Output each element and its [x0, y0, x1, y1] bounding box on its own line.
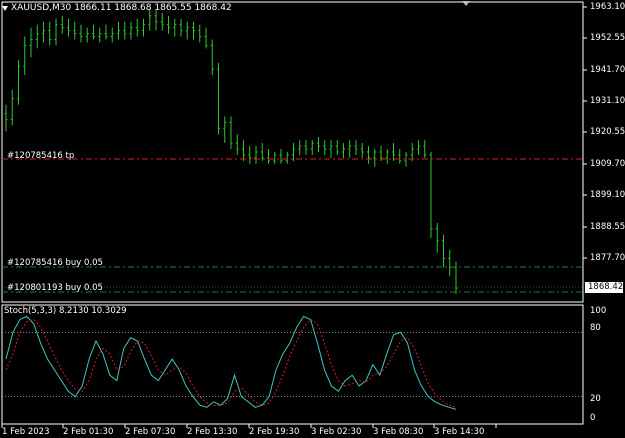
price-tick: 1920.55	[590, 127, 625, 137]
stoch-main-line	[5, 315, 457, 410]
time-tick: 2 Feb 07:30	[125, 427, 176, 437]
chart-shift-triangle-icon[interactable]	[462, 1, 470, 6]
symbol-label: XAUUSD,M30	[11, 3, 72, 13]
time-tick: 3 Feb 02:30	[311, 427, 362, 437]
price-tick: 1899.10	[590, 190, 625, 200]
time-tick: 2 Feb 19:30	[249, 427, 300, 437]
ohlc-readout: 1866.11 1868.68 1865.55 1868.42	[74, 3, 232, 13]
time-tick: 2 Feb 13:30	[187, 427, 238, 437]
tp-order-label: #120785416 tp	[7, 151, 75, 161]
stoch-tick-80: 80	[590, 323, 601, 333]
chart-header: XAUUSD,M30 1866.11 1868.68 1865.55 1868.…	[2, 3, 232, 13]
time-tick: 1 Feb 2023	[2, 427, 50, 437]
time-tick: 3 Feb 14:30	[434, 427, 485, 437]
stoch-tick-0: 0	[590, 413, 596, 423]
chart-canvas[interactable]	[0, 0, 625, 438]
main-chart-frame	[1, 1, 584, 303]
stoch-tick-100: 100	[590, 306, 607, 316]
time-tick: 3 Feb 08:30	[373, 427, 424, 437]
current-price-tag: 1868.42	[585, 282, 623, 293]
price-tick: 1963.10	[590, 2, 625, 12]
price-tick: 1931.10	[590, 96, 625, 106]
stoch-indicator-label: Stoch(5,3,3) 8.2130 10.3029	[4, 306, 127, 316]
indicator-frame	[1, 304, 584, 425]
buy-order-label-2: #120801193 buy 0.05	[7, 283, 103, 293]
price-tick: 1877.70	[590, 253, 625, 263]
stoch-tick-20: 20	[590, 394, 601, 404]
price-tick: 1941.70	[590, 65, 625, 75]
buy-order-label-1: #120785416 buy 0.05	[7, 258, 103, 268]
price-tick: 1909.70	[590, 159, 625, 169]
time-tick: 2 Feb 01:30	[63, 427, 114, 437]
price-tick: 1888.55	[590, 222, 625, 232]
dropdown-triangle-icon[interactable]	[2, 5, 8, 11]
price-tick: 1952.55	[590, 33, 625, 43]
